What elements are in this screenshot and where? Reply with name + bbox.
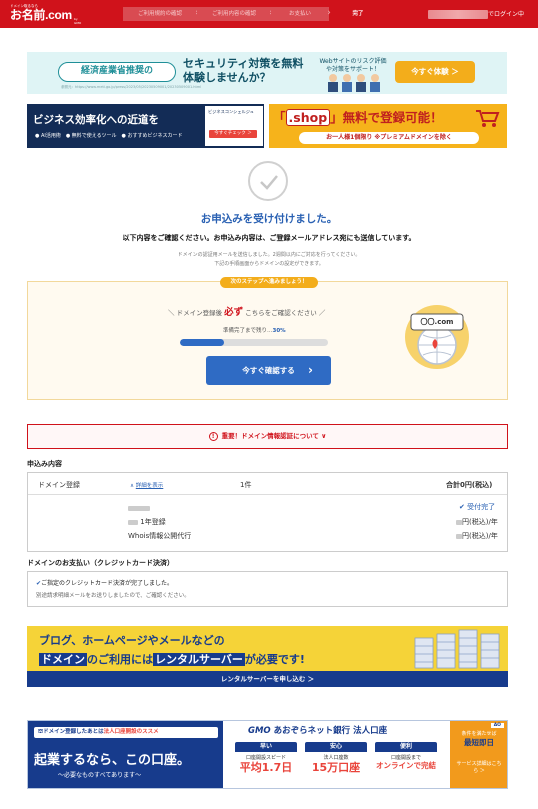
login-status: でログイン中	[488, 11, 525, 18]
account-id-redacted	[428, 10, 488, 19]
shop-banner-title: 「.shop 」無料で登録可能！	[273, 109, 443, 126]
chevron-down-icon: ∨	[321, 432, 327, 440]
people-illustration-icon	[328, 74, 380, 92]
payment-note-line: 別途請求明細メールをお送りしましたので、ご確認ください。	[36, 593, 190, 599]
graphic-domain-label: 〇〇.com	[420, 318, 454, 326]
source-note: 参照元：https://www.meti.go.jp/press/2023/05…	[61, 85, 202, 89]
payment-status-box: ✔ご指定のクレジットカード決済が完了しました。 別途請求明細メールをお送りしまし…	[27, 571, 508, 607]
bank-banner-left: ⛫ドメイン登録したあとは法人口座開設のススメ 起業するなら、この口座。 ～必要な…	[28, 721, 223, 788]
shopping-cart-icon	[476, 110, 500, 127]
meti-recommended-pill: 経済産業省推奨の	[58, 62, 176, 82]
completion-title: お申込みを受け付けました。	[200, 213, 338, 225]
order-details-table: ドメイン登録 ∧ 詳細を表示 1件 合計0円(税込) ✔ 受付完了 1年登録 円…	[27, 472, 508, 552]
logo-sub: by GMO	[74, 17, 82, 25]
security-trial-banner[interactable]: 経済産業省推奨の セキュリティ対策を無料体験しませんか？ Webサイトのリスク評…	[27, 52, 507, 94]
order-count: 1件	[240, 481, 252, 489]
show-details-link[interactable]: ∧ 詳細を表示	[130, 481, 163, 489]
shop-banner-sub: お一人様1個限り ※プレミアムドメインを除く	[299, 132, 479, 144]
domain-verification-alert[interactable]: ! 重要！ドメイン情報認証について ∨	[27, 424, 508, 449]
term-price: 円(税込)/年	[462, 518, 498, 526]
progress-bar-fill	[180, 339, 225, 346]
site-header: ドメイン取るなら お名前.com by GMO ご利用規約の確認› ご利用内容の…	[0, 0, 538, 28]
rental-banner-line1: ブログ、ホームページやメールなどの	[39, 634, 225, 647]
service-detail-link[interactable]: サービス詳細はこちら ＞	[456, 761, 502, 775]
bank-banner-right: AO 条件を満たせば 最短即日 サービス詳細はこちら ＞	[450, 721, 507, 788]
bank-banner-subline: ～必要なものすべてあります～	[58, 772, 142, 779]
bank-name: GMO あおぞらネット銀行 法人口座	[248, 726, 388, 736]
domain-globe-graphic: 〇〇.com	[401, 299, 473, 371]
progress-bar	[180, 339, 328, 346]
step-complete: 完了	[352, 11, 364, 17]
site-logo[interactable]: ドメイン取るなら お名前.com by GMO	[10, 4, 84, 25]
concierge-title: ビジネスコンシェルジュ	[208, 109, 254, 114]
feature-safe: 安心 法人口座数 15万口座	[305, 742, 367, 786]
security-banner-title: セキュリティ対策を無料体験しませんか？	[183, 57, 304, 84]
bank-banner-features: GMO あおぞらネット銀行 法人口座 早い 口座開設スピード 平均1.7日 安心…	[223, 721, 450, 788]
try-now-button[interactable]: 今すぐ体験 ＞	[395, 61, 475, 83]
feature-fast: 早い 口座開設スピード 平均1.7日	[235, 742, 297, 786]
next-step-intro: ＼ ドメイン登録後 必ず こちらをご確認ください ／	[168, 307, 326, 318]
rental-server-banner[interactable]: ブログ、ホームページやメールなどの ドメイン のご利用には レンタルサーバー が必要で…	[27, 626, 508, 687]
progress-label: 準備完了まで残り…30%	[223, 328, 286, 334]
whois-price: 円(税込)/年	[462, 532, 498, 540]
business-efficiency-banner[interactable]: ビジネス効率化への近道を ● AI活用術 ● 無料で使えるツール ● おすすめビ…	[27, 104, 264, 148]
completion-subtitle: 以下内容をご確認ください。お申込み内容は、ご登録メールアドレス宛にも送信していま…	[122, 234, 416, 242]
shop-tld: .shop	[285, 109, 331, 126]
order-header-row: ドメイン登録 ∧ 詳細を表示 1件 合計0円(税込)	[28, 473, 507, 495]
business-concierge-box: ビジネスコンシェルジュ 今すぐチェック ＞	[205, 106, 263, 146]
bank-banner-headline: 起業するなら、この口座。	[34, 753, 191, 768]
bank-account-banner[interactable]: ⛫ドメイン登録したあとは法人口座開設のススメ 起業するなら、この口座。 ～必要な…	[27, 720, 508, 789]
rental-banner-line2: ドメイン のご利用には レンタルサーバー が必要です!	[39, 653, 305, 666]
next-step-ribbon: 次のステップへ進みましょう！	[220, 277, 318, 288]
order-section-title: 申込み内容	[27, 460, 62, 468]
business-banner-bullets: ● AI活用術 ● 無料で使えるツール ● おすすめビジネスカード	[35, 133, 183, 139]
order-total: 合計0円(税込)	[446, 481, 493, 489]
step-confirm: ご利用内容の確認›	[197, 7, 273, 21]
completion-note: ドメインの認証用メールを送信しました。2週間以内にご対応を行ってください。 下記…	[177, 252, 361, 267]
domain-name-redacted	[128, 504, 150, 512]
step-payment: お支払い ›	[271, 7, 331, 21]
progress-steps: ご利用規約の確認› ご利用内容の確認› お支払い› 完了	[123, 7, 387, 21]
next-step-panel: 次のステップへ進みましょう！ ＼ ドメイン登録後 必ず こちらをご確認ください …	[27, 277, 508, 400]
payment-complete-line: ✔ご指定のクレジットカード決済が完了しました。	[36, 580, 174, 587]
term-label: 1年登録	[140, 518, 166, 526]
payment-section-title: ドメインのお支払い（クレジットカード決済）	[27, 559, 174, 567]
bank-banner-tag: ⛫ドメイン登録したあとは法人口座開設のススメ	[34, 727, 218, 738]
order-item-label: ドメイン登録	[38, 481, 80, 489]
chevron-right-icon: ›	[308, 363, 313, 377]
server-racks-icon	[414, 629, 500, 669]
logo-text: お名前.com	[10, 8, 72, 22]
apply-rental-server-button[interactable]: レンタルサーバーを申し込む ＞	[27, 671, 508, 687]
check-now-button[interactable]: 今すぐチェック ＞	[209, 130, 257, 138]
ao-badge: AO	[490, 723, 504, 728]
whois-label: Whois情報公開代行	[128, 532, 192, 540]
shop-domain-banner[interactable]: 「.shop 」無料で登録可能！ お一人様1個限り ※プレミアムドメインを除く	[269, 104, 507, 148]
same-day-note: 条件を満たせば 最短即日	[461, 731, 497, 747]
status-badge: ✔ 受付完了	[459, 503, 496, 511]
success-check-icon	[248, 161, 288, 201]
warning-icon: !	[208, 431, 218, 441]
feature-convenient: 便利 口座開設まで オンラインで完結	[375, 742, 437, 770]
check-now-button[interactable]: 今すぐ確認する ›	[206, 356, 331, 385]
step-terms: ご利用規約の確認›	[123, 7, 199, 21]
business-banner-title: ビジネス効率化への近道を	[33, 114, 159, 126]
